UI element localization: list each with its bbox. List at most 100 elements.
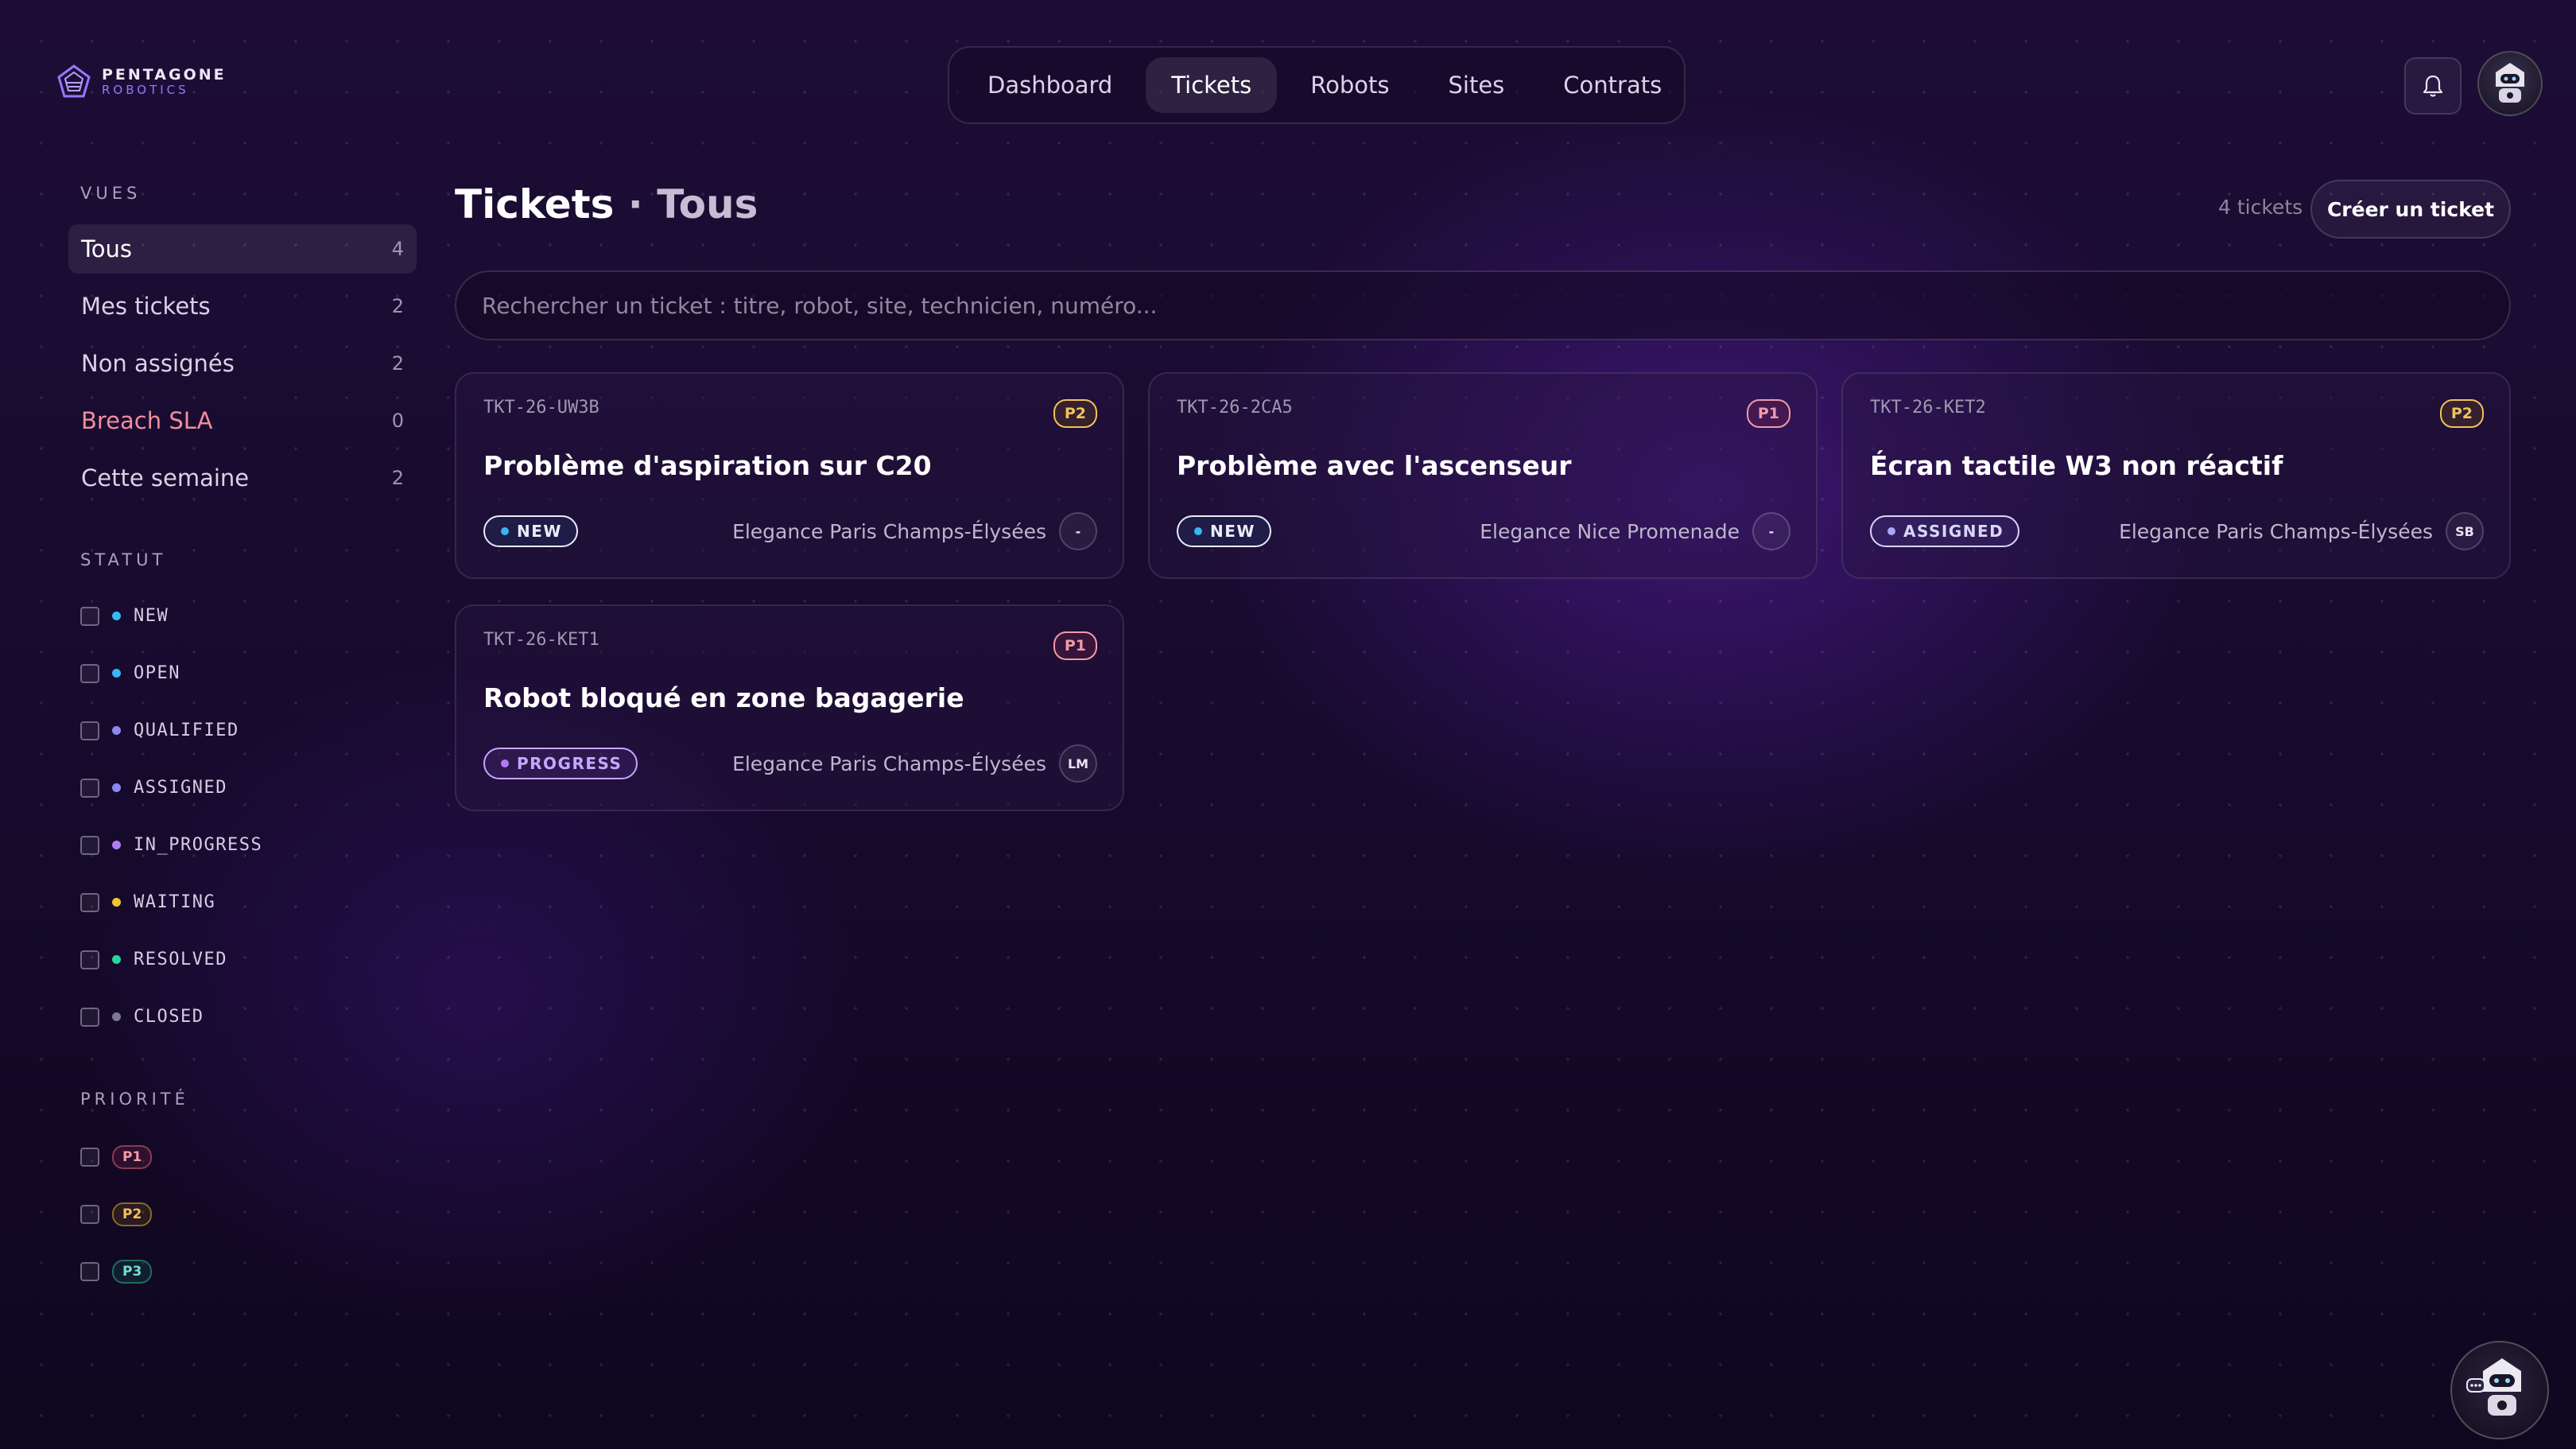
status-dot — [112, 612, 121, 620]
status-text: NEW — [1210, 522, 1255, 541]
status-label: CLOSED — [134, 1007, 204, 1027]
brand-logo[interactable]: PENTAGONE ROBOTICS — [56, 64, 227, 100]
status-label: ASSIGNED — [134, 778, 227, 798]
priority-filter-p2[interactable]: P2 — [80, 1202, 153, 1226]
status-text: ASSIGNED — [1903, 522, 2004, 541]
status-dot — [1194, 527, 1202, 535]
status-badge: NEW — [1177, 515, 1271, 547]
ticket-site: Elegance Paris Champs-Élysées — [2119, 520, 2433, 543]
nav-tab-tickets[interactable]: Tickets — [1146, 57, 1278, 113]
page-title: Tickets · Tous — [455, 181, 758, 227]
notifications-button[interactable] — [2404, 57, 2462, 115]
nav-tab-contrats[interactable]: Contrats — [1538, 57, 1687, 113]
checkbox[interactable] — [80, 835, 99, 855]
ticket-site: Elegance Nice Promenade — [1480, 520, 1740, 543]
checkbox[interactable] — [80, 1205, 99, 1224]
status-label: QUALIFIED — [134, 721, 239, 740]
status-label: RESOLVED — [134, 950, 227, 969]
ticket-title: Problème d'aspiration sur C20 — [483, 450, 932, 481]
user-avatar[interactable] — [2477, 51, 2543, 116]
page-title-view: Tous — [657, 181, 758, 227]
ticket-card[interactable]: TKT-26-KET1 P1 Robot bloqué en zone baga… — [455, 604, 1124, 811]
ticket-id: TKT-26-KET1 — [483, 630, 599, 650]
status-dot — [112, 783, 121, 792]
priority-badge: P2 — [2439, 399, 2484, 428]
status-filter-qualified[interactable]: QUALIFIED — [80, 721, 239, 740]
view-count: 2 — [391, 467, 404, 489]
nav-tab-robots[interactable]: Robots — [1285, 57, 1414, 113]
view-item-non-assignes[interactable]: Non assignés 2 — [68, 339, 417, 388]
pentagon-logo-icon — [57, 64, 91, 98]
status-filter-closed[interactable]: CLOSED — [80, 1007, 204, 1027]
ticket-card[interactable]: TKT-26-KET2 P2 Écran tactile W3 non réac… — [1841, 372, 2511, 579]
status-label: OPEN — [134, 663, 180, 683]
technician-avatar: LM — [1059, 744, 1097, 783]
checkbox[interactable] — [80, 606, 99, 626]
assistant-chat-button[interactable] — [2450, 1341, 2549, 1439]
checkbox[interactable] — [80, 1148, 99, 1167]
nav-tab-dashboard[interactable]: Dashboard — [962, 57, 1138, 113]
view-item-cette-semaine[interactable]: Cette semaine 2 — [68, 453, 417, 503]
view-count: 2 — [391, 295, 404, 317]
checkbox[interactable] — [80, 778, 99, 798]
view-label: Breach SLA — [81, 407, 213, 434]
ticket-id: TKT-26-2CA5 — [1177, 398, 1293, 418]
view-label: Cette semaine — [81, 464, 250, 491]
priority-heading: PRIORITÉ — [80, 1090, 189, 1109]
priority-chip: P1 — [112, 1145, 153, 1169]
views-heading: VUES — [80, 184, 142, 203]
ticket-site: Elegance Paris Champs-Élysées — [732, 520, 1046, 543]
status-filter-in-progress[interactable]: IN_PROGRESS — [80, 835, 262, 855]
checkbox[interactable] — [80, 663, 99, 683]
tickets-count: 4 tickets — [2218, 196, 2303, 219]
page-title-main: Tickets — [455, 181, 615, 227]
status-badge: ASSIGNED — [1870, 515, 2020, 547]
ticket-card[interactable]: TKT-26-2CA5 P1 Problème avec l'ascenseur… — [1148, 372, 1818, 579]
checkbox[interactable] — [80, 892, 99, 912]
view-label: Non assignés — [81, 350, 235, 377]
view-count: 0 — [391, 410, 404, 432]
brand-name: PENTAGONE — [102, 66, 227, 84]
status-filter-new[interactable]: NEW — [80, 606, 169, 626]
status-heading: STATUT — [80, 550, 167, 569]
status-label: WAITING — [134, 892, 216, 912]
background-dot-grid — [0, 0, 2576, 1449]
view-item-tous[interactable]: Tous 4 — [68, 224, 417, 274]
status-filter-open[interactable]: OPEN — [80, 663, 180, 683]
status-dot — [501, 759, 509, 767]
status-label: NEW — [134, 606, 169, 626]
priority-filter-p3[interactable]: P3 — [80, 1260, 153, 1284]
status-text: PROGRESS — [517, 754, 623, 773]
priority-badge: P1 — [1746, 399, 1790, 428]
checkbox[interactable] — [80, 721, 99, 740]
ticket-id: TKT-26-UW3B — [483, 398, 599, 418]
status-filter-resolved[interactable]: RESOLVED — [80, 950, 227, 969]
create-ticket-button[interactable]: Créer un ticket — [2310, 180, 2511, 239]
robot-assistant-icon — [2466, 1358, 2521, 1416]
technician-avatar: - — [1752, 512, 1790, 550]
status-filter-waiting[interactable]: WAITING — [80, 892, 215, 912]
status-dot — [112, 1012, 121, 1021]
status-dot — [1887, 527, 1895, 535]
ticket-card[interactable]: TKT-26-UW3B P2 Problème d'aspiration sur… — [455, 372, 1124, 579]
technician-avatar: SB — [2446, 512, 2484, 550]
status-dot — [112, 955, 121, 964]
view-item-breach-sla[interactable]: Breach SLA 0 — [68, 396, 417, 445]
priority-badge: P1 — [1053, 631, 1097, 660]
view-item-mes-tickets[interactable]: Mes tickets 2 — [68, 282, 417, 331]
view-count: 2 — [391, 352, 404, 375]
priority-badge: P2 — [1053, 399, 1097, 428]
priority-filter-p1[interactable]: P1 — [80, 1145, 153, 1169]
checkbox[interactable] — [80, 950, 99, 969]
view-label: Tous — [81, 235, 133, 262]
nav-tab-sites[interactable]: Sites — [1422, 57, 1530, 113]
checkbox[interactable] — [80, 1262, 99, 1281]
ticket-search-input[interactable] — [455, 270, 2511, 340]
brand-subtitle: ROBOTICS — [102, 83, 189, 97]
checkbox[interactable] — [80, 1007, 99, 1027]
status-filter-assigned[interactable]: ASSIGNED — [80, 778, 227, 798]
status-dot — [112, 898, 121, 907]
view-count: 4 — [391, 238, 404, 260]
main-navigation: Dashboard Tickets Robots Sites Contrats — [948, 46, 1686, 124]
priority-chip: P3 — [112, 1260, 153, 1284]
